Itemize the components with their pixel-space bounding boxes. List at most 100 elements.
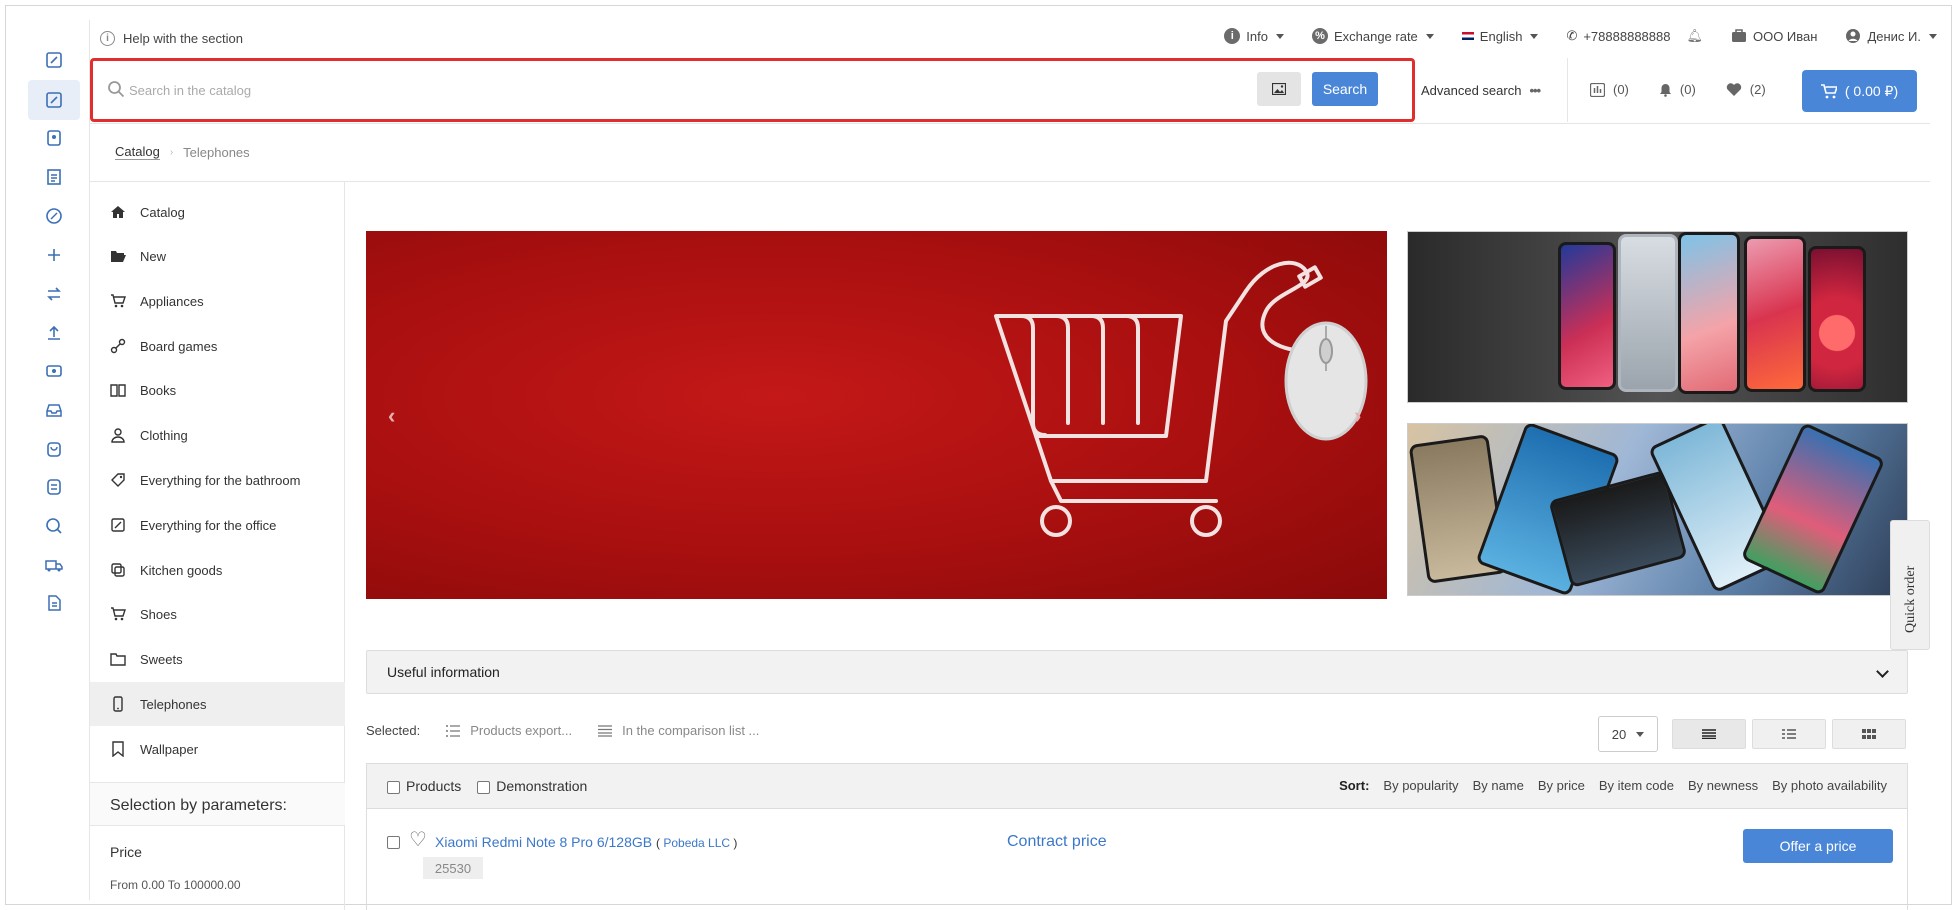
category-item-catalog[interactable]: Catalog	[90, 190, 345, 234]
product-code: 25530	[423, 857, 483, 879]
category-item-new[interactable]: New	[90, 234, 345, 278]
category-item-bathroom[interactable]: Everything for the bathroom	[90, 458, 345, 502]
rail-chat-icon[interactable]	[28, 506, 80, 546]
rail-documents-icon[interactable]	[28, 157, 80, 197]
heart-icon	[1726, 82, 1741, 96]
demonstration-toggle[interactable]: Demonstration	[477, 778, 587, 794]
sort-by-price[interactable]: By price	[1538, 778, 1585, 793]
rail-exchange-icon[interactable]	[28, 274, 80, 314]
phone-image	[1678, 232, 1740, 394]
bell-icon	[1659, 83, 1671, 97]
category-item-clothing[interactable]: Clothing	[90, 413, 345, 457]
rail-shop-icon[interactable]	[28, 80, 80, 120]
category-item-board-games[interactable]: Board games	[90, 324, 345, 368]
table-view-icon	[1782, 729, 1796, 739]
rail-money-icon[interactable]	[28, 351, 80, 391]
compare-list-button[interactable]: In the comparison list ...	[598, 723, 759, 738]
select-all-products[interactable]: Products	[387, 778, 461, 794]
phone-label: +78888888888	[1583, 28, 1671, 44]
rail-bag-icon[interactable]	[28, 429, 80, 469]
product-name-link[interactable]: Xiaomi Redmi Note 8 Pro 6/128GB ( Pobeda…	[435, 834, 737, 850]
company-menu[interactable]: ООО Иван	[1731, 29, 1817, 44]
sort-by-photo[interactable]: By photo availability	[1772, 778, 1887, 793]
more-dots-icon: •••	[1529, 83, 1541, 98]
user-avatar-icon	[1846, 29, 1861, 43]
phone-image	[1808, 246, 1866, 392]
sort-by-item-code[interactable]: By item code	[1599, 778, 1674, 793]
prev-slide-icon[interactable]: ‹	[388, 403, 395, 429]
view-list-button[interactable]	[1672, 719, 1746, 749]
price-filter-label[interactable]: Price	[110, 844, 142, 860]
promo-banner[interactable]: ‹ ›	[366, 231, 1387, 599]
sort-by-name[interactable]: By name	[1473, 778, 1524, 793]
vendor-link[interactable]: Pobeda LLC	[663, 836, 730, 850]
search-input[interactable]	[129, 73, 1009, 107]
bell-icon[interactable]: 🔔︎	[1686, 28, 1703, 44]
rail-delivery-icon[interactable]	[28, 545, 80, 585]
office-icon	[111, 518, 125, 532]
category-item-shoes[interactable]: Shoes	[90, 592, 345, 636]
phones-banner-bottom[interactable]	[1407, 423, 1908, 596]
image-search-button[interactable]	[1257, 72, 1301, 106]
next-slide-icon[interactable]: ›	[1354, 403, 1361, 429]
offer-price-button[interactable]: Offer a price	[1743, 829, 1893, 863]
per-page-value: 20	[1611, 726, 1627, 742]
bookmark-icon	[112, 741, 124, 757]
breadcrumb-catalog[interactable]: Catalog	[115, 144, 160, 160]
phone-link[interactable]: ✆ +78888888888 🔔︎	[1566, 28, 1703, 44]
notify-counter[interactable]: (0)	[1659, 82, 1696, 97]
search-button[interactable]: Search	[1312, 72, 1378, 106]
phones-banner-top[interactable]	[1407, 231, 1908, 403]
advanced-search-link[interactable]: Advanced search •••	[1421, 83, 1541, 98]
useful-info-accordion[interactable]: Useful information	[366, 650, 1908, 694]
folder-icon	[110, 653, 126, 666]
user-icon	[111, 428, 125, 443]
quick-order-tab[interactable]: Quick order	[1890, 520, 1930, 650]
product-table-header: Products Demonstration Sort: By populari…	[366, 763, 1908, 809]
rail-discount-icon[interactable]	[28, 196, 80, 236]
products-export-button[interactable]: Products export...	[446, 723, 572, 738]
rail-report-icon[interactable]	[28, 583, 80, 623]
phone-image	[1558, 242, 1616, 390]
favorites-counter[interactable]: (2)	[1726, 82, 1766, 97]
view-table-button[interactable]	[1752, 719, 1826, 749]
category-item-sweets[interactable]: Sweets	[90, 637, 345, 681]
rail-add-icon[interactable]	[28, 235, 80, 275]
exchange-rate-menu[interactable]: % Exchange rate	[1311, 28, 1434, 44]
checkbox[interactable]	[477, 780, 491, 794]
rail-catalog-icon[interactable]	[28, 40, 80, 80]
view-grid-button[interactable]	[1832, 719, 1906, 749]
category-item-kitchen[interactable]: Kitchen goods	[90, 548, 345, 592]
category-label: Books	[140, 382, 177, 398]
chevron-down-icon	[1530, 33, 1539, 39]
per-page-select[interactable]: 20	[1598, 716, 1658, 752]
rail-invoice-icon[interactable]	[28, 467, 80, 507]
category-label: Sweets	[140, 651, 183, 667]
folder-open-icon	[111, 251, 126, 262]
language-menu[interactable]: English	[1461, 29, 1539, 44]
home-icon	[111, 206, 125, 218]
info-menu[interactable]: i Info	[1224, 28, 1284, 44]
divider	[90, 181, 1930, 182]
cart-icon	[111, 294, 126, 308]
rail-upload-icon[interactable]	[28, 313, 80, 353]
rail-inbox-icon[interactable]	[28, 390, 80, 430]
category-item-appliances[interactable]: Appliances	[90, 279, 345, 323]
checkbox[interactable]	[387, 780, 400, 794]
rail-contacts-icon[interactable]	[28, 118, 80, 158]
user-menu[interactable]: Денис И.	[1845, 28, 1937, 44]
sort-by-popularity[interactable]: By popularity	[1383, 778, 1458, 793]
category-item-office[interactable]: Everything for the office	[90, 503, 345, 547]
category-label: Appliances	[140, 293, 204, 309]
category-item-telephones[interactable]: Telephones	[90, 682, 345, 726]
product-checkbox[interactable]	[387, 836, 400, 849]
contract-price[interactable]: Contract price	[1007, 833, 1107, 851]
help-link[interactable]: i Help with the section	[100, 31, 243, 46]
category-item-books[interactable]: Books	[90, 368, 345, 412]
compare-counter[interactable]: (0)	[1590, 82, 1629, 97]
cart-button[interactable]: ( 0.00 ₽)	[1802, 70, 1917, 112]
cart-icon	[111, 607, 126, 621]
heart-outline-icon[interactable]: ♡	[409, 827, 427, 852]
category-item-wallpaper[interactable]: Wallpaper	[90, 727, 345, 771]
sort-by-newness[interactable]: By newness	[1688, 778, 1758, 793]
